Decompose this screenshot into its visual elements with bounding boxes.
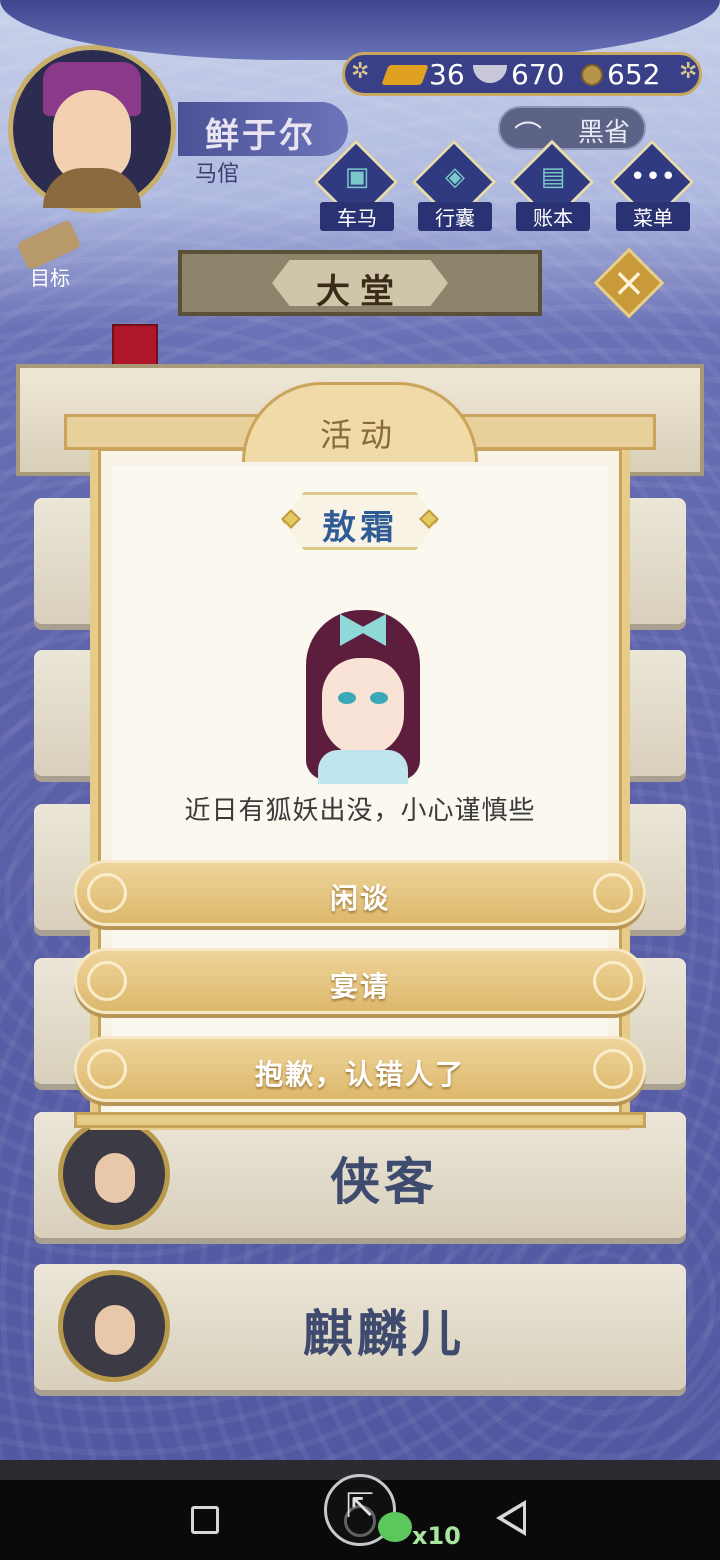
silver-count: 670	[511, 58, 565, 91]
choice-chat-button[interactable]: 闲谈	[74, 860, 646, 926]
resource-bar[interactable]: ✲ 36 670 652 ✲	[342, 52, 702, 96]
list-item-xiake[interactable]: 侠客	[34, 1112, 686, 1238]
goal-button[interactable]: 目标	[10, 219, 90, 290]
more-icon: •••	[629, 162, 676, 192]
avatar-body	[43, 168, 141, 208]
multiplier-label: x10	[412, 1522, 461, 1550]
npc-portrait	[288, 600, 438, 786]
list-item-name: 麒麟儿	[303, 1305, 465, 1363]
qilin-portrait	[58, 1270, 170, 1382]
list-item-name: 侠客	[330, 1153, 438, 1211]
npc-name: 敖霜	[322, 508, 398, 548]
npc-dialogue: 近日有狐妖出没，小心谨慎些	[184, 796, 536, 826]
choice-banquet-button[interactable]: 宴请	[74, 948, 646, 1014]
choice-apologize-button[interactable]: 抱歉，认错人了	[74, 1036, 646, 1102]
menu-button-carriage[interactable]: ▣ 车马	[312, 139, 402, 232]
coin-icon	[581, 64, 603, 86]
carriage-icon: ▣	[344, 162, 370, 192]
menu-button-bag[interactable]: ◈ 行囊	[410, 139, 500, 232]
bag-icon: ◈	[445, 162, 465, 192]
hall-title: 大堂	[316, 272, 404, 312]
silver-ingot-icon	[473, 65, 507, 83]
dialog-bottom-edge	[74, 1112, 646, 1128]
palm-left-icon: ✲	[351, 59, 370, 84]
player-title: 马倌	[195, 162, 240, 187]
coin-count: 652	[607, 58, 661, 91]
black-province-button[interactable]: ⌒ 黑省	[498, 106, 646, 152]
black-province-label: 黑省	[578, 118, 631, 148]
ledger-icon: ▤	[540, 162, 566, 192]
player-name: 鲜于尔	[205, 116, 316, 156]
xiake-portrait	[58, 1118, 170, 1230]
gold-bar-icon	[381, 65, 429, 85]
recent-apps-button[interactable]	[191, 1506, 219, 1534]
menu-button-more[interactable]: ••• 菜单	[608, 139, 698, 232]
frog-icon	[378, 1512, 412, 1542]
list-item-qilin[interactable]: 麒麟儿	[34, 1264, 686, 1390]
close-icon[interactable]: ×	[604, 260, 654, 306]
gold-bar-count: 36	[429, 58, 465, 91]
menu-button-ledger[interactable]: ▤ 账本	[508, 139, 598, 232]
goal-label: 目标	[30, 266, 70, 290]
hall-banner: 大堂	[178, 250, 542, 316]
palm-right-icon: ✲	[679, 59, 698, 84]
player-avatar[interactable]	[8, 45, 176, 213]
dialog-title: 活动	[319, 416, 400, 454]
